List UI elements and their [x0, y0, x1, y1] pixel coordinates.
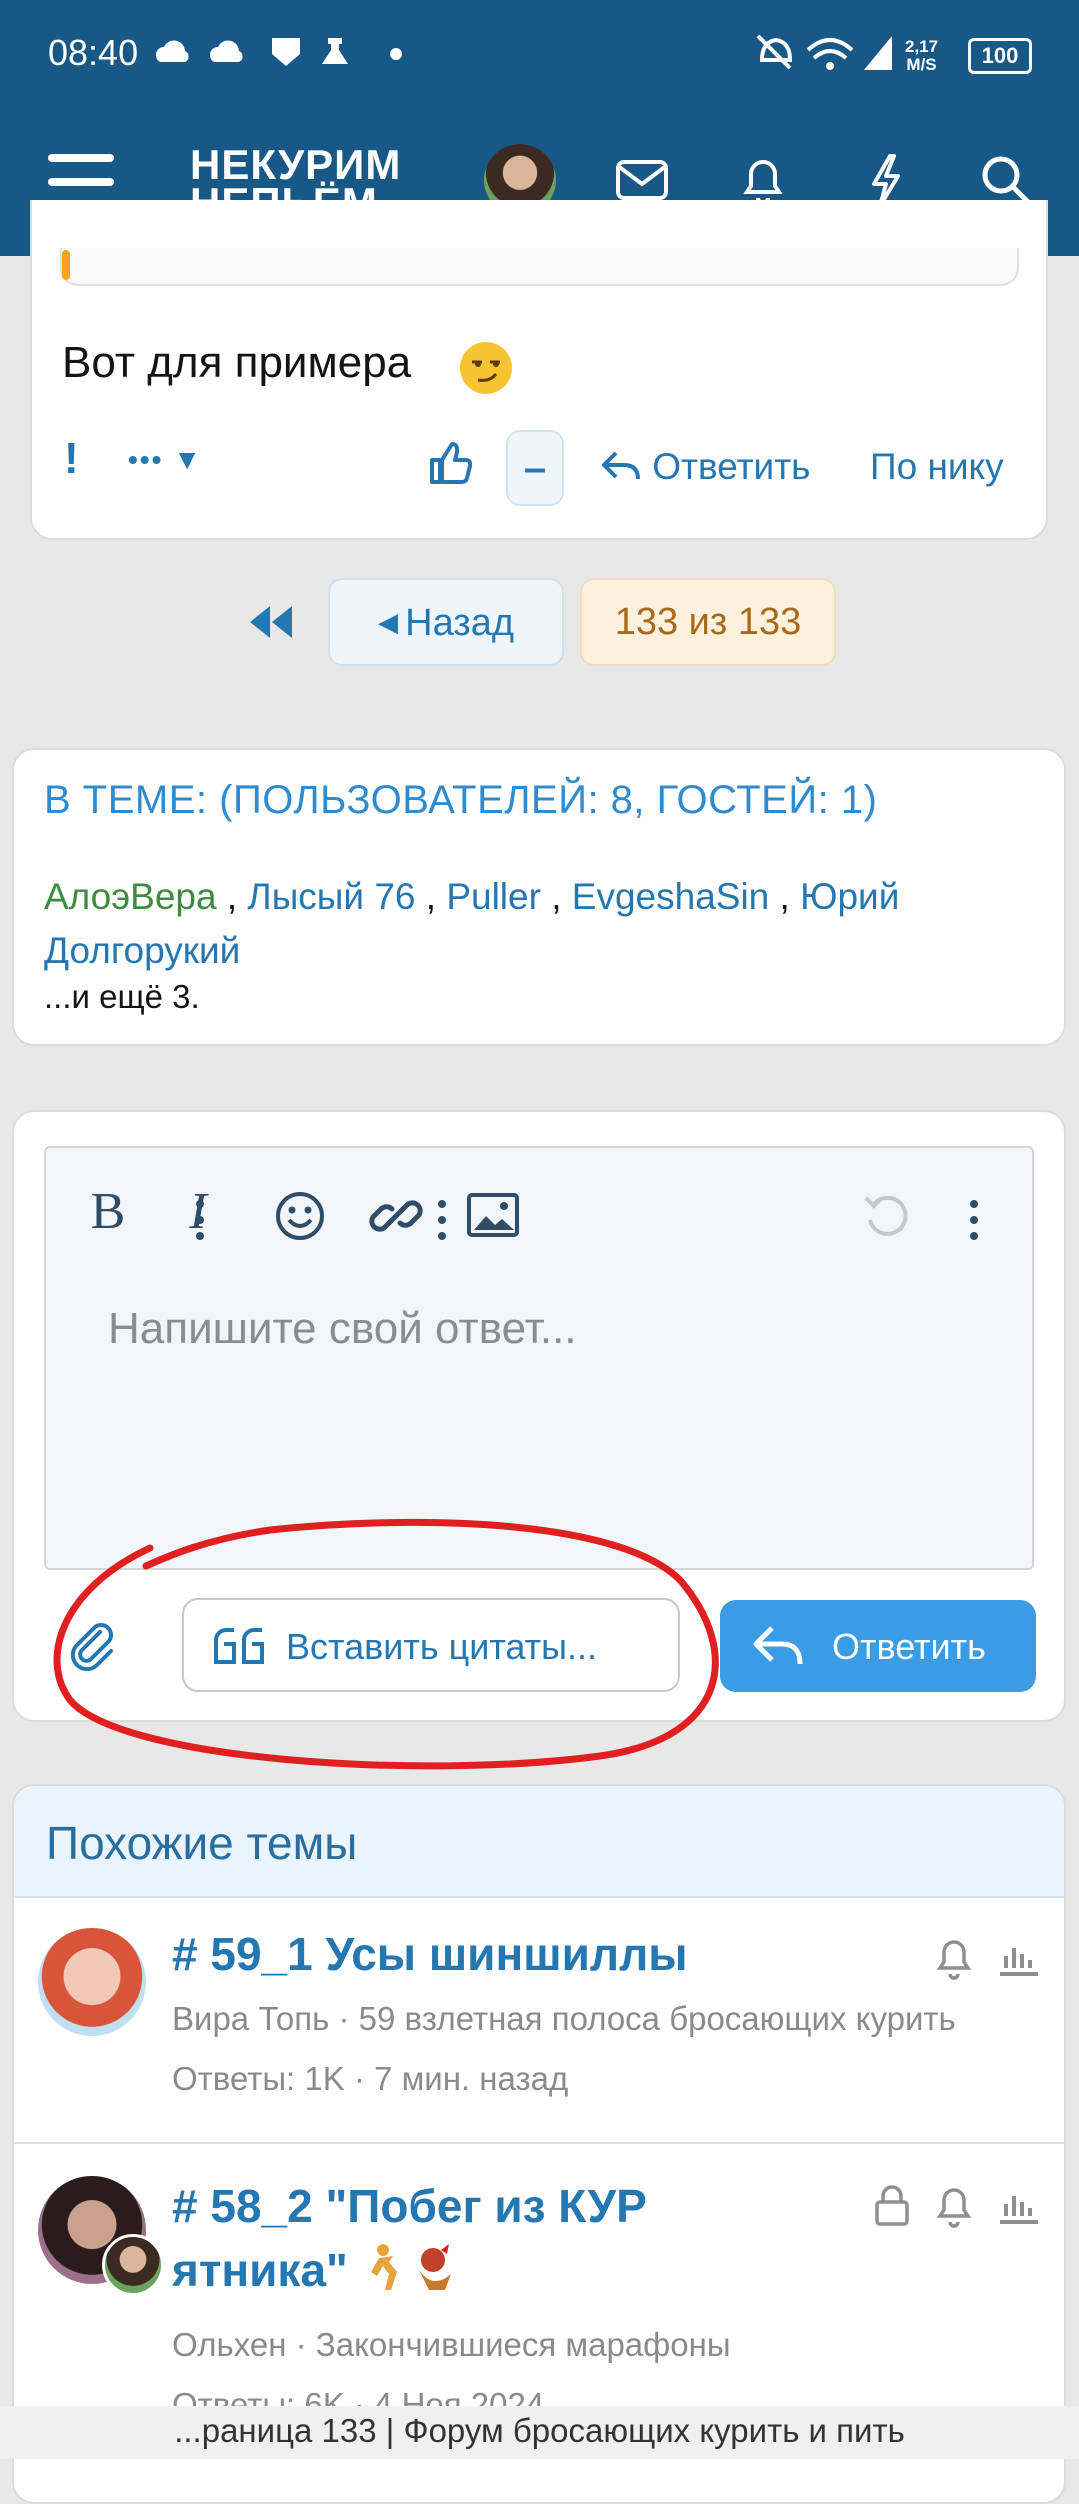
- status-bar: 08:40 2,17 M/S 100: [0, 0, 1079, 110]
- system-icons: [756, 34, 892, 70]
- reply-post-button[interactable]: Ответить: [600, 446, 810, 488]
- link-icon[interactable]: [368, 1188, 424, 1244]
- runner-rooster-emoji-icon: [370, 2244, 451, 2290]
- bell-icon[interactable]: [934, 2184, 974, 2228]
- image-icon[interactable]: [466, 1192, 520, 1240]
- more-users-text: ...и ещё 3.: [44, 978, 200, 1015]
- more-actions-button[interactable]: ••• ▼: [128, 444, 203, 476]
- quick-reply-card: B I Напишите свой ответ... Вставить цита…: [12, 1110, 1066, 1722]
- undo-icon[interactable]: [862, 1190, 914, 1242]
- lock-icon: [875, 2185, 909, 2226]
- net-speed: 2,17 M/S: [905, 37, 939, 74]
- page-indicator[interactable]: 133 из 133: [580, 578, 836, 666]
- chevron-down-icon: ▼: [163, 444, 203, 475]
- paperclip-icon[interactable]: [70, 1620, 114, 1672]
- bell-icon[interactable]: [934, 1936, 974, 1980]
- similar-header: Похожие темы: [14, 1786, 1064, 1898]
- thread-meta: Вира Топь · 59 взлетная полоса бросающих…: [172, 2000, 956, 2037]
- quote-accent-bar: [62, 250, 70, 280]
- notification-icons: [156, 38, 402, 66]
- stats-icon[interactable]: [996, 2186, 1040, 2226]
- clock: 08:40: [48, 32, 139, 73]
- stats-icon[interactable]: [996, 1938, 1040, 1978]
- bold-icon[interactable]: B: [80, 1184, 136, 1240]
- report-button[interactable]: !: [64, 434, 79, 484]
- user-link[interactable]: EvgeshaSin: [572, 876, 769, 917]
- thread-meta: Ольхен · Закончившиеся марафоны: [172, 2326, 731, 2363]
- like-icon[interactable]: [426, 440, 472, 486]
- submit-reply-button[interactable]: Ответить: [720, 1600, 1036, 1692]
- online-users-list: АлоэВера , Лысый 76 , Puller , EvgeshaSi…: [44, 876, 900, 971]
- divider: [14, 2142, 1064, 2144]
- user-link[interactable]: Puller: [446, 876, 541, 917]
- user-link[interactable]: АлоэВера: [44, 876, 217, 917]
- chevron-left-icon: ◀: [377, 607, 406, 637]
- user-link[interactable]: Лысый 76: [247, 876, 415, 917]
- reply-arrow-icon: [602, 451, 640, 480]
- first-page-icon[interactable]: [248, 604, 296, 640]
- reply-placeholder[interactable]: Напишите свой ответ...: [108, 1304, 577, 1354]
- reply-editor[interactable]: B I Напишите свой ответ...: [44, 1146, 1034, 1570]
- last-poster-avatar[interactable]: [102, 2234, 164, 2296]
- dislike-button[interactable]: –: [506, 430, 564, 506]
- online-users-card: В ТЕМЕ: (ПОЛЬЗОВАТЕЛЕЙ: 8, ГОСТЕЙ: 1) Ал…: [12, 748, 1066, 1046]
- insert-quotes-button[interactable]: Вставить цитаты...: [182, 1598, 680, 1692]
- browser-page-title: ...раница 133 | Форум бросающих курить и…: [0, 2406, 1079, 2459]
- quote-icon: [214, 1628, 264, 1664]
- thread-avatar[interactable]: [38, 1928, 146, 2036]
- smirk-emoji-icon: [460, 342, 512, 394]
- thread-title[interactable]: # 58_2 "Побег из КУР ятника": [172, 2174, 647, 2302]
- online-title: В ТЕМЕ: (ПОЛЬЗОВАТЕЛЕЙ: 8, ГОСТЕЙ: 1): [44, 778, 878, 822]
- emoji-icon[interactable]: [274, 1190, 326, 1242]
- similar-threads-card: Похожие темы # 59_1 Усы шиншиллы Вира То…: [12, 1784, 1066, 2504]
- post-text: Вот для примера: [62, 338, 412, 387]
- quote-block-end: [60, 248, 1019, 286]
- prev-page-button[interactable]: ◀ Назад: [328, 578, 564, 666]
- more-options-icon[interactable]: [966, 1198, 982, 1242]
- more-insert-icon[interactable]: [434, 1198, 450, 1242]
- thread-title[interactable]: # 59_1 Усы шиншиллы: [172, 1922, 688, 1986]
- more-format-icon[interactable]: [192, 1198, 208, 1242]
- battery-indicator: 100: [968, 38, 1032, 74]
- thread-stats: Ответы: 1K · 7 мин. назад: [172, 2060, 569, 2097]
- reply-by-nick-button[interactable]: По нику: [870, 446, 1004, 488]
- reply-arrow-icon: [753, 1626, 803, 1665]
